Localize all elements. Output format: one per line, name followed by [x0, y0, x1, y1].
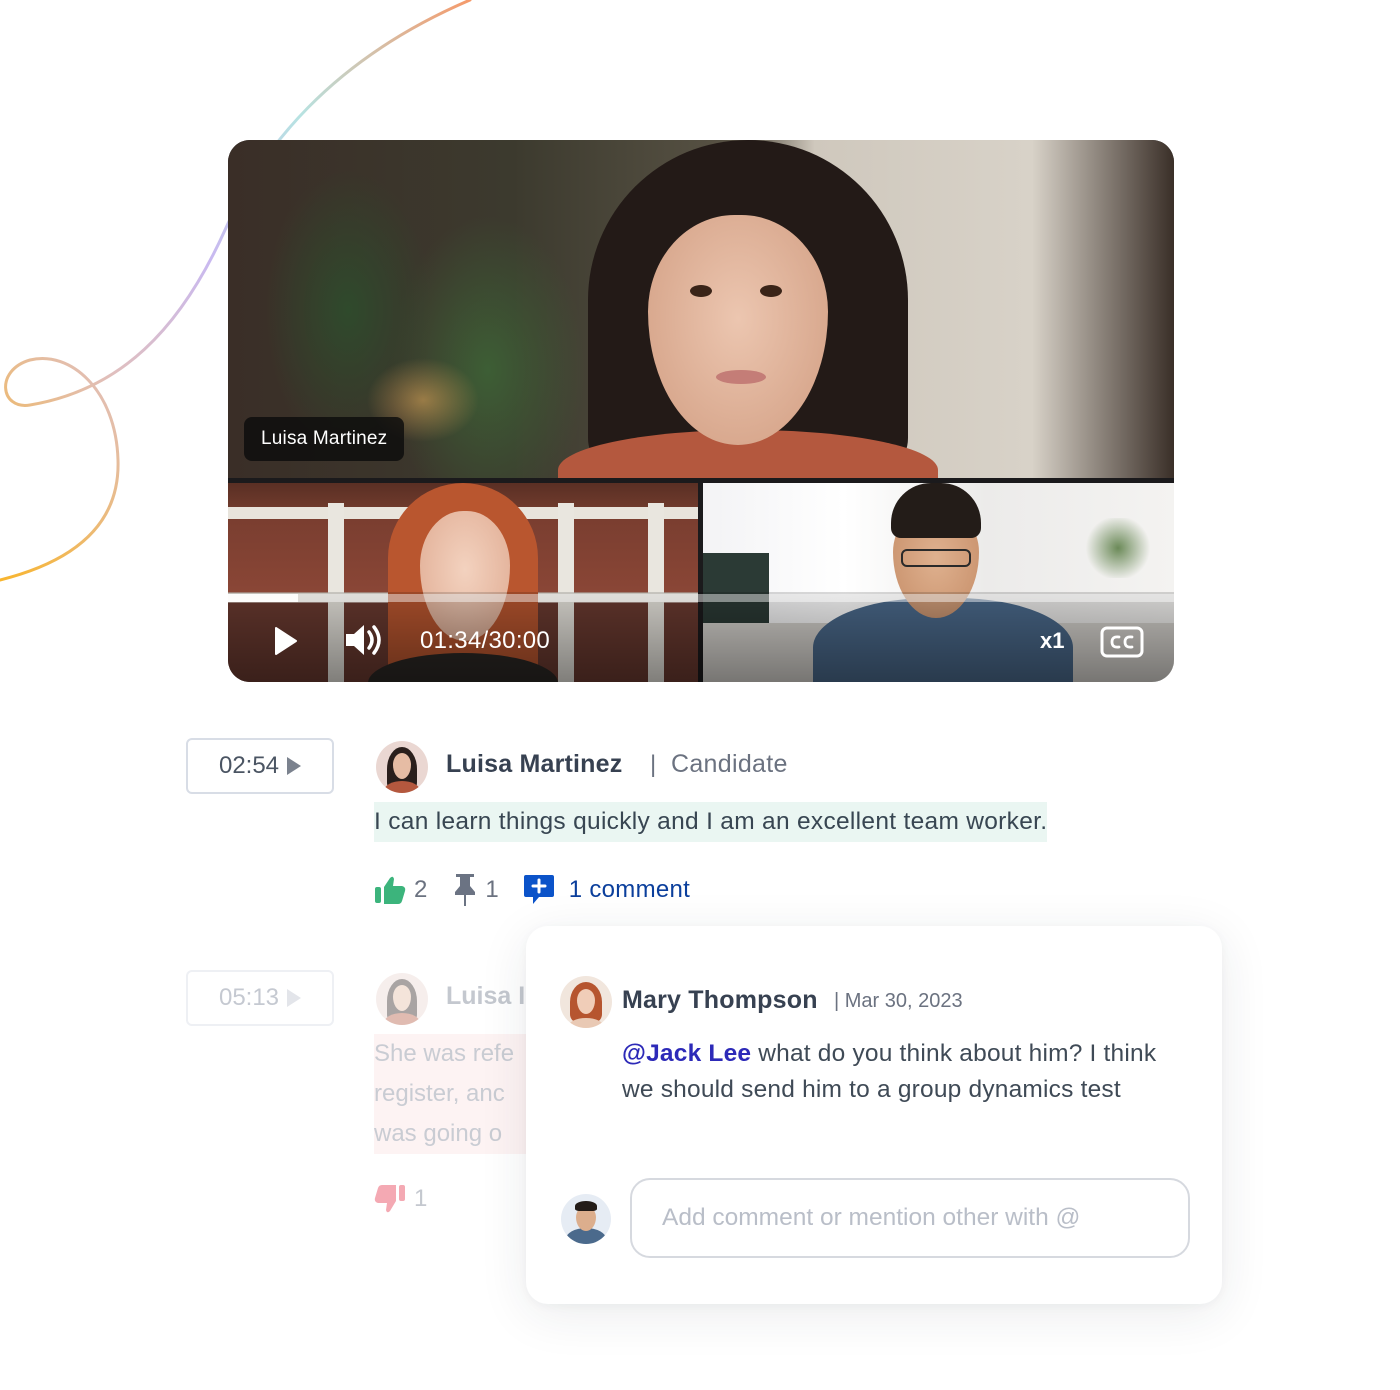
avatar-current-user — [561, 1194, 611, 1244]
play-triangle-icon — [287, 989, 302, 1007]
timestamp-jump-button[interactable]: 05:13 — [186, 970, 334, 1026]
speaker-name: Luisa Martinez — [446, 750, 623, 778]
avatar-mary-thompson — [560, 976, 612, 1028]
video-tile-main: Luisa Martinez — [228, 140, 1174, 478]
participant-name-tag: Luisa Martinez — [244, 417, 405, 461]
play-button[interactable] — [274, 626, 298, 656]
captions-button[interactable] — [1100, 626, 1144, 658]
comments-link[interactable]: 1 comment — [523, 874, 690, 906]
progress-bar[interactable] — [228, 594, 1174, 602]
timestamp-label: 05:13 — [218, 984, 280, 1011]
timestamp-label: 02:54 — [218, 752, 280, 779]
avatar-luisa-martinez — [376, 973, 428, 1025]
comment-input[interactable] — [630, 1178, 1190, 1258]
timestamp-jump-button[interactable]: 02:54 — [186, 738, 334, 794]
dislike-button[interactable]: 1 — [374, 1184, 427, 1214]
transcript-text: I can learn things quickly and I am an e… — [374, 802, 1048, 842]
dislike-count: 1 — [414, 1185, 428, 1212]
comment-body: @Jack Lee what do you think about him? I… — [622, 1036, 1182, 1108]
speaker-name: Luisa I — [446, 982, 526, 1010]
play-icon — [275, 627, 297, 655]
comment-author: Mary Thompson — [622, 986, 818, 1014]
thumbs-up-icon — [375, 876, 406, 904]
comment-date: | Mar 30, 2023 — [834, 990, 963, 1012]
time-readout: 01:34/30:00 — [420, 627, 551, 654]
volume-icon — [346, 625, 381, 655]
like-count: 2 — [414, 876, 428, 903]
progress-fill — [228, 594, 298, 602]
video-player[interactable]: Luisa Martinez 01:34/30:00 x1 — [228, 140, 1174, 682]
playback-speed-button[interactable]: x1 — [1040, 626, 1064, 656]
cc-icon — [1100, 626, 1144, 658]
mention-link[interactable]: @Jack Lee — [622, 1040, 751, 1067]
like-button[interactable]: 2 — [374, 875, 427, 905]
pin-icon — [455, 874, 476, 906]
thumbs-down-icon — [374, 1185, 405, 1213]
avatar-luisa-martinez — [376, 741, 428, 793]
speaker-role: Candidate — [671, 750, 788, 778]
play-triangle-icon — [287, 757, 302, 775]
comment-count-label: 1 comment — [568, 876, 691, 903]
pin-count: 1 — [485, 876, 499, 903]
comment-thread-card: Mary Thompson | Mar 30, 2023 @Jack Lee w… — [526, 926, 1222, 1304]
add-comment-icon — [523, 875, 554, 904]
volume-button[interactable] — [344, 622, 384, 658]
pin-button[interactable]: 1 — [453, 873, 499, 907]
reactions-bar: 2 1 1 comment — [374, 872, 690, 908]
speaker-separator: | — [650, 751, 657, 778]
